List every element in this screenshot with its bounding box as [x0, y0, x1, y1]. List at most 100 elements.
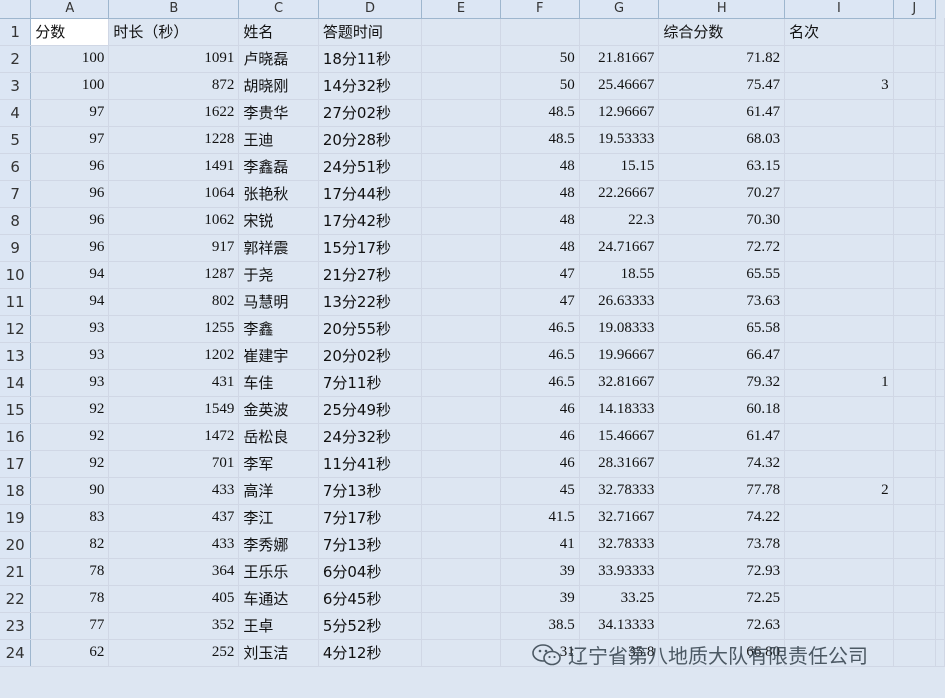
cell[interactable] — [784, 207, 894, 235]
cell[interactable] — [421, 99, 501, 127]
row-header[interactable]: 11 — [0, 288, 32, 316]
cell[interactable]: 46.5 — [500, 315, 580, 343]
cell[interactable]: 1064 — [108, 180, 240, 208]
cell[interactable]: 马慧明 — [238, 288, 319, 316]
row-header[interactable]: 19 — [0, 504, 32, 532]
cell[interactable] — [935, 288, 945, 316]
cell[interactable]: 14分32秒 — [318, 72, 423, 100]
cell[interactable]: 13分22秒 — [318, 288, 423, 316]
cell[interactable]: 25.46667 — [579, 72, 660, 100]
cell[interactable] — [421, 396, 501, 424]
cell[interactable]: 22.3 — [579, 207, 660, 235]
cell[interactable] — [784, 558, 894, 586]
cell[interactable]: 68.03 — [658, 126, 786, 154]
cell[interactable]: 岳松良 — [238, 423, 319, 451]
cell[interactable]: 15.15 — [579, 153, 660, 181]
row-header[interactable]: 18 — [0, 477, 32, 505]
row-header[interactable]: 5 — [0, 126, 32, 154]
cell[interactable] — [784, 585, 894, 613]
row-header[interactable]: 23 — [0, 612, 32, 640]
cell[interactable] — [935, 234, 945, 262]
cell[interactable]: 82 — [30, 531, 110, 559]
cell[interactable]: 433 — [108, 477, 240, 505]
row-header[interactable]: 2 — [0, 45, 32, 73]
cell[interactable]: 41 — [500, 531, 580, 559]
cell[interactable] — [784, 126, 894, 154]
column-header[interactable]: A — [30, 0, 110, 19]
cell[interactable] — [893, 558, 937, 586]
cell[interactable]: 1228 — [108, 126, 240, 154]
cell[interactable]: 48.5 — [500, 126, 580, 154]
cell[interactable] — [893, 207, 937, 235]
cell[interactable]: 75.47 — [658, 72, 786, 100]
column-header[interactable]: G — [579, 0, 660, 19]
cell[interactable] — [784, 261, 894, 289]
cell[interactable]: 1287 — [108, 261, 240, 289]
cell[interactable] — [784, 153, 894, 181]
cell[interactable]: 12.96667 — [579, 99, 660, 127]
cell[interactable]: 胡晓刚 — [238, 72, 319, 100]
cell[interactable] — [421, 234, 501, 262]
row-header[interactable]: 16 — [0, 423, 32, 451]
header-cell[interactable]: 答题时间 — [318, 18, 423, 46]
cell[interactable]: 100 — [30, 72, 110, 100]
cell[interactable]: 97 — [30, 99, 110, 127]
cell[interactable] — [421, 288, 501, 316]
row-header[interactable]: 20 — [0, 531, 32, 559]
column-header[interactable]: F — [500, 0, 580, 19]
cell[interactable]: 20分55秒 — [318, 315, 423, 343]
cell[interactable]: 46.5 — [500, 369, 580, 397]
cell[interactable] — [784, 180, 894, 208]
cell[interactable] — [421, 558, 501, 586]
cell[interactable] — [784, 396, 894, 424]
cell[interactable]: 72.63 — [658, 612, 786, 640]
column-header[interactable]: I — [784, 0, 894, 19]
cell[interactable]: 65.55 — [658, 261, 786, 289]
cell[interactable] — [784, 423, 894, 451]
cell[interactable]: 97 — [30, 126, 110, 154]
cell[interactable]: 60.18 — [658, 396, 786, 424]
cell[interactable]: 15分17秒 — [318, 234, 423, 262]
cell[interactable]: 93 — [30, 342, 110, 370]
cell[interactable] — [893, 342, 937, 370]
column-header[interactable]: J — [893, 0, 937, 19]
cell[interactable]: 48 — [500, 153, 580, 181]
cell[interactable]: 48 — [500, 234, 580, 262]
row-header[interactable]: 24 — [0, 639, 32, 667]
row-header[interactable]: 10 — [0, 261, 32, 289]
cell[interactable]: 32.71667 — [579, 504, 660, 532]
cell[interactable]: 18.55 — [579, 261, 660, 289]
cell[interactable]: 61.47 — [658, 99, 786, 127]
cell[interactable]: 李鑫磊 — [238, 153, 319, 181]
cell[interactable]: 74.32 — [658, 450, 786, 478]
cell[interactable]: 21分27秒 — [318, 261, 423, 289]
cell[interactable]: 22.26667 — [579, 180, 660, 208]
cell[interactable]: 宋锐 — [238, 207, 319, 235]
cell[interactable]: 19.53333 — [579, 126, 660, 154]
cell[interactable]: 48 — [500, 180, 580, 208]
cell[interactable]: 96 — [30, 234, 110, 262]
cell[interactable]: 4分12秒 — [318, 639, 423, 667]
cell[interactable] — [935, 639, 945, 667]
cell[interactable]: 352 — [108, 612, 240, 640]
header-cell[interactable] — [421, 18, 501, 46]
cell[interactable]: 79.32 — [658, 369, 786, 397]
cell[interactable]: 872 — [108, 72, 240, 100]
cell[interactable]: 18分11秒 — [318, 45, 423, 73]
cell[interactable]: 50 — [500, 72, 580, 100]
header-cell[interactable]: 综合分数 — [658, 18, 786, 46]
cell[interactable]: 364 — [108, 558, 240, 586]
cell[interactable]: 66.47 — [658, 342, 786, 370]
cell[interactable]: 96 — [30, 180, 110, 208]
cell[interactable] — [893, 99, 937, 127]
cell[interactable]: 61.47 — [658, 423, 786, 451]
cell[interactable]: 33.25 — [579, 585, 660, 613]
cell[interactable] — [935, 423, 945, 451]
cell[interactable]: 王卓 — [238, 612, 319, 640]
cell[interactable]: 车佳 — [238, 369, 319, 397]
cell[interactable] — [935, 207, 945, 235]
cell[interactable]: 王乐乐 — [238, 558, 319, 586]
row-header[interactable]: 14 — [0, 369, 32, 397]
header-cell[interactable]: 姓名 — [238, 18, 319, 46]
cell[interactable] — [935, 72, 945, 100]
